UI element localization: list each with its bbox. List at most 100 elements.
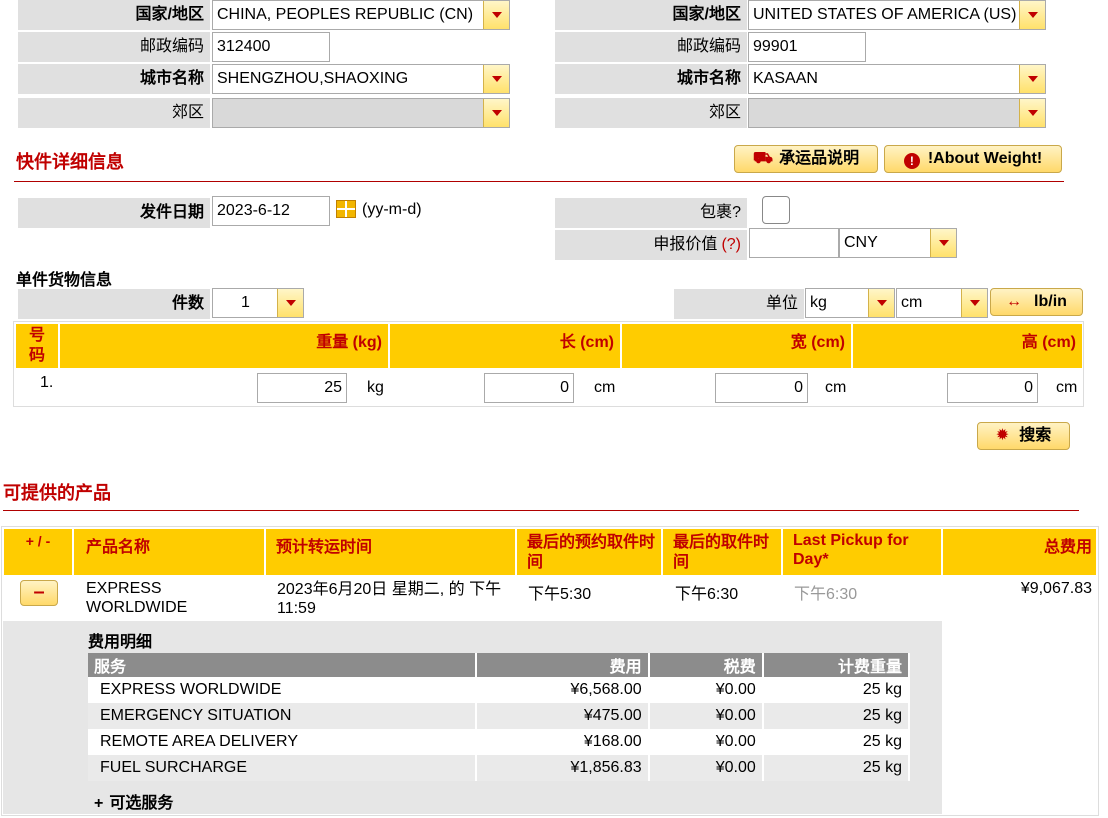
date-format-hint: (yy-m-d) xyxy=(362,201,422,218)
origin-suburb-select[interactable] xyxy=(212,98,510,128)
collapse-product-button[interactable]: – xyxy=(20,580,58,606)
table-row: EXPRESS WORLDWIDE ¥6,568.00 ¥0.00 25 kg xyxy=(88,677,911,703)
table-row: EMERGENCY SITUATION ¥475.00 ¥0.00 25 kg xyxy=(88,703,911,729)
carriage-info-label: 承运品说明 xyxy=(779,150,860,167)
cargo-head-width: 宽 (cm) xyxy=(622,324,851,368)
fee-service: REMOTE AREA DELIVERY xyxy=(88,729,478,755)
origin-suburb-label: 郊区 xyxy=(18,98,210,128)
declared-value-input[interactable] xyxy=(749,228,839,258)
gear-icon: ✹ xyxy=(995,427,1010,444)
chevron-down-icon[interactable] xyxy=(961,289,987,317)
lbin-label: lb/in xyxy=(1034,293,1067,310)
chevron-down-icon[interactable] xyxy=(1019,65,1045,93)
product-last-booking: 下午5:30 xyxy=(528,586,592,603)
fee-table: 服务 费用 税费 计费重量 EXPRESS WORLDWIDE ¥6,568.0… xyxy=(88,653,911,781)
dest-country-label: 国家/地区 xyxy=(555,0,747,30)
origin-city-label: 城市名称 xyxy=(18,64,210,94)
optional-services-toggle[interactable]: + 可选服务 xyxy=(94,789,173,813)
dest-country-select[interactable]: UNITED STATES OF AMERICA (US) xyxy=(748,0,1046,30)
product-last-pickup-day: 下午6:30 xyxy=(794,586,858,603)
chevron-down-icon[interactable] xyxy=(483,99,509,127)
prod-head-total: 总费用 xyxy=(943,529,1096,575)
search-button[interactable]: ✹ 搜索 xyxy=(977,422,1070,450)
table-row: FUEL SURCHARGE ¥1,856.83 ¥0.00 25 kg xyxy=(88,755,911,781)
origin-country-select[interactable]: CHINA, PEOPLES REPUBLIC (CN) xyxy=(212,0,510,30)
fee-service: FUEL SURCHARGE xyxy=(88,755,478,781)
details-title: 快件详细信息 xyxy=(16,152,124,172)
cargo-title: 单件货物信息 xyxy=(16,272,113,289)
about-weight-button[interactable]: ! !About Weight! xyxy=(884,145,1062,173)
height-unit: cm xyxy=(1056,379,1078,396)
search-label: 搜索 xyxy=(1019,427,1052,444)
dest-suburb-label: 郊区 xyxy=(555,98,747,128)
calendar-icon[interactable] xyxy=(336,200,356,218)
pieces-value: 1 xyxy=(241,294,250,311)
chevron-down-icon[interactable] xyxy=(483,65,509,93)
date-input[interactable]: 2023-6-12 xyxy=(212,196,330,226)
swap-arrows-icon: ↔ xyxy=(1006,293,1023,310)
fee-amount: ¥475.00 xyxy=(476,703,650,729)
fee-weight: 25 kg xyxy=(762,729,911,755)
alert-icon: ! xyxy=(903,153,920,169)
date-label: 发件日期 xyxy=(18,198,210,228)
origin-postcode-label: 邮政编码 xyxy=(18,32,210,62)
fee-service: EMERGENCY SITUATION xyxy=(88,703,478,729)
plus-icon: + xyxy=(94,795,104,812)
dest-suburb-select[interactable] xyxy=(748,98,1046,128)
length-input[interactable]: 0 xyxy=(484,373,574,403)
fee-tax: ¥0.00 xyxy=(648,703,764,729)
declared-value-label-text: 申报价值 xyxy=(653,236,718,253)
fee-tax: ¥0.00 xyxy=(648,755,764,781)
fee-weight: 25 kg xyxy=(762,755,911,781)
width-unit: cm xyxy=(825,379,847,396)
products-divider xyxy=(3,510,1079,511)
fee-service: EXPRESS WORLDWIDE xyxy=(88,677,478,703)
product-last-pickup: 下午6:30 xyxy=(675,586,739,603)
fee-amount: ¥1,856.83 xyxy=(476,755,650,781)
prod-head-last-pickup: 最后的取件时间 xyxy=(663,529,781,575)
dest-city-label: 城市名称 xyxy=(555,64,747,94)
chevron-down-icon[interactable] xyxy=(277,289,303,317)
product-transit: 2023年6月20日 星期二, 的 下午 11:59 xyxy=(277,581,502,617)
length-unit: cm xyxy=(594,379,616,396)
unit-length-select[interactable]: cm xyxy=(896,288,988,318)
fee-title: 费用明细 xyxy=(88,634,153,651)
product-total: ¥9,067.83 xyxy=(1020,580,1092,597)
pieces-select[interactable]: 1 xyxy=(212,288,304,318)
origin-postcode-input[interactable]: 312400 xyxy=(212,32,330,62)
declared-help-link[interactable]: (?) xyxy=(721,236,741,253)
dest-postcode-input[interactable]: 99901 xyxy=(748,32,866,62)
table-row: REMOTE AREA DELIVERY ¥168.00 ¥0.00 25 kg xyxy=(88,729,911,755)
fee-tax: ¥0.00 xyxy=(648,677,764,703)
fee-amount: ¥168.00 xyxy=(476,729,650,755)
declared-value-label: 申报价值 (?) xyxy=(555,230,747,260)
chevron-down-icon[interactable] xyxy=(930,229,956,257)
lbin-toggle-button[interactable]: ↔ lb/in xyxy=(990,288,1083,316)
details-divider xyxy=(14,181,1064,182)
cargo-head-no: 号码 xyxy=(16,324,58,368)
optional-services-label: 可选服务 xyxy=(109,795,174,812)
fee-head-service: 服务 xyxy=(88,653,478,677)
width-input[interactable]: 0 xyxy=(715,373,808,403)
origin-country-label: 国家/地区 xyxy=(18,0,210,30)
chevron-down-icon[interactable] xyxy=(1019,1,1045,29)
unit-weight-select[interactable]: kg xyxy=(805,288,895,318)
weight-input[interactable]: 25 xyxy=(257,373,347,403)
dest-postcode-label: 邮政编码 xyxy=(555,32,747,62)
height-input[interactable]: 0 xyxy=(947,373,1038,403)
unit-weight-value: kg xyxy=(810,294,827,311)
cargo-head-weight: 重量 (kg) xyxy=(60,324,388,368)
chevron-down-icon[interactable] xyxy=(483,1,509,29)
carriage-info-button[interactable]: ⛟ 承运品说明 xyxy=(734,145,878,173)
origin-city-select[interactable]: SHENGZHOU,SHAOXING xyxy=(212,64,510,94)
origin-country-value: CHINA, PEOPLES REPUBLIC (CN) xyxy=(217,6,474,23)
truck-icon: ⛟ xyxy=(752,150,774,167)
dest-city-select[interactable]: KASAAN xyxy=(748,64,1046,94)
chevron-down-icon[interactable] xyxy=(868,289,894,317)
cargo-head-length: 长 (cm) xyxy=(390,324,620,368)
currency-select[interactable]: CNY xyxy=(839,228,957,258)
package-checkbox[interactable] xyxy=(762,196,790,224)
pieces-label: 件数 xyxy=(18,289,210,319)
chevron-down-icon[interactable] xyxy=(1019,99,1045,127)
fee-amount: ¥6,568.00 xyxy=(476,677,650,703)
